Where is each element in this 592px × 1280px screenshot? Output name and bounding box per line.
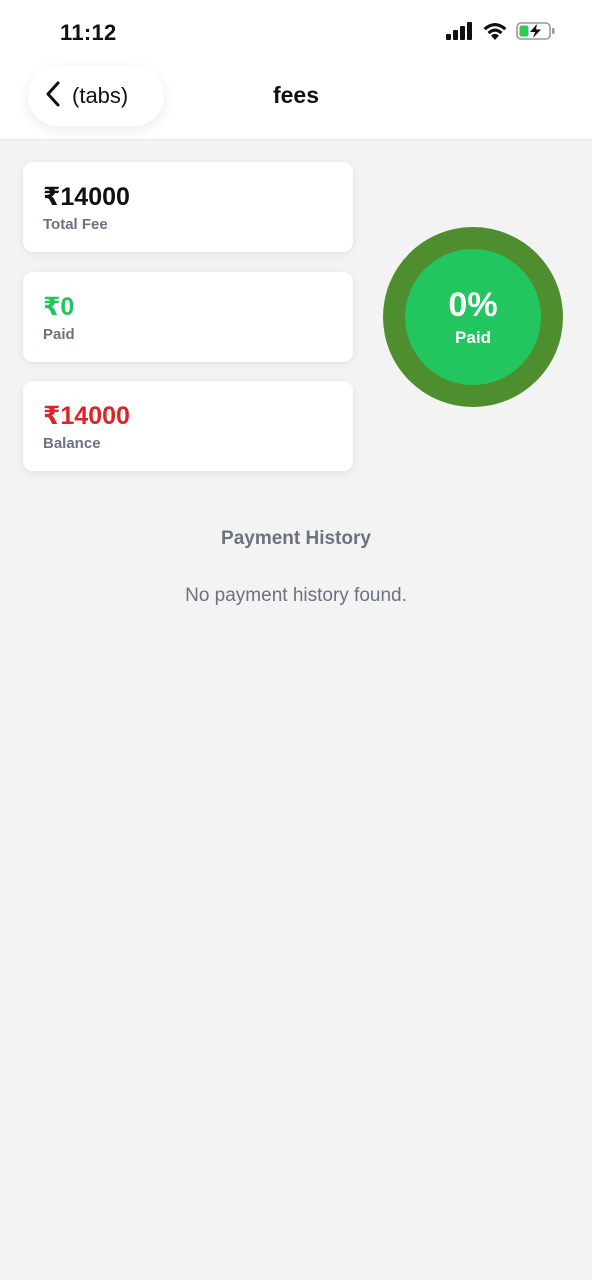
paid-amount: ₹0	[43, 293, 75, 321]
wifi-icon	[482, 21, 508, 46]
paid-progress-center: 0% Paid	[405, 249, 541, 385]
balance-card: ₹14000 Balance	[23, 381, 353, 471]
status-icons	[446, 21, 556, 46]
balance-amount: ₹14000	[43, 402, 130, 430]
total-fee-card: ₹14000 Total Fee	[23, 162, 353, 252]
status-time: 11:12	[60, 20, 117, 45]
total-fee-label: Total Fee	[43, 216, 108, 233]
balance-label: Balance	[43, 435, 101, 452]
paid-percent: 0%	[448, 286, 498, 324]
paid-card: ₹0 Paid	[23, 272, 353, 362]
payment-history-title: Payment History	[221, 528, 371, 549]
nav-header: (tabs) fees	[0, 60, 592, 140]
cellular-signal-icon	[446, 21, 474, 45]
payment-history-empty: No payment history found.	[185, 585, 407, 606]
page-title: fees	[272, 82, 320, 108]
paid-progress-ring: 0% Paid	[383, 227, 563, 407]
status-bar: 11:12	[0, 0, 592, 60]
battery-charging-icon	[516, 21, 556, 46]
total-fee-amount: ₹14000	[43, 183, 130, 211]
paid-label: Paid	[43, 326, 75, 343]
paid-progress-label: Paid	[455, 328, 491, 347]
